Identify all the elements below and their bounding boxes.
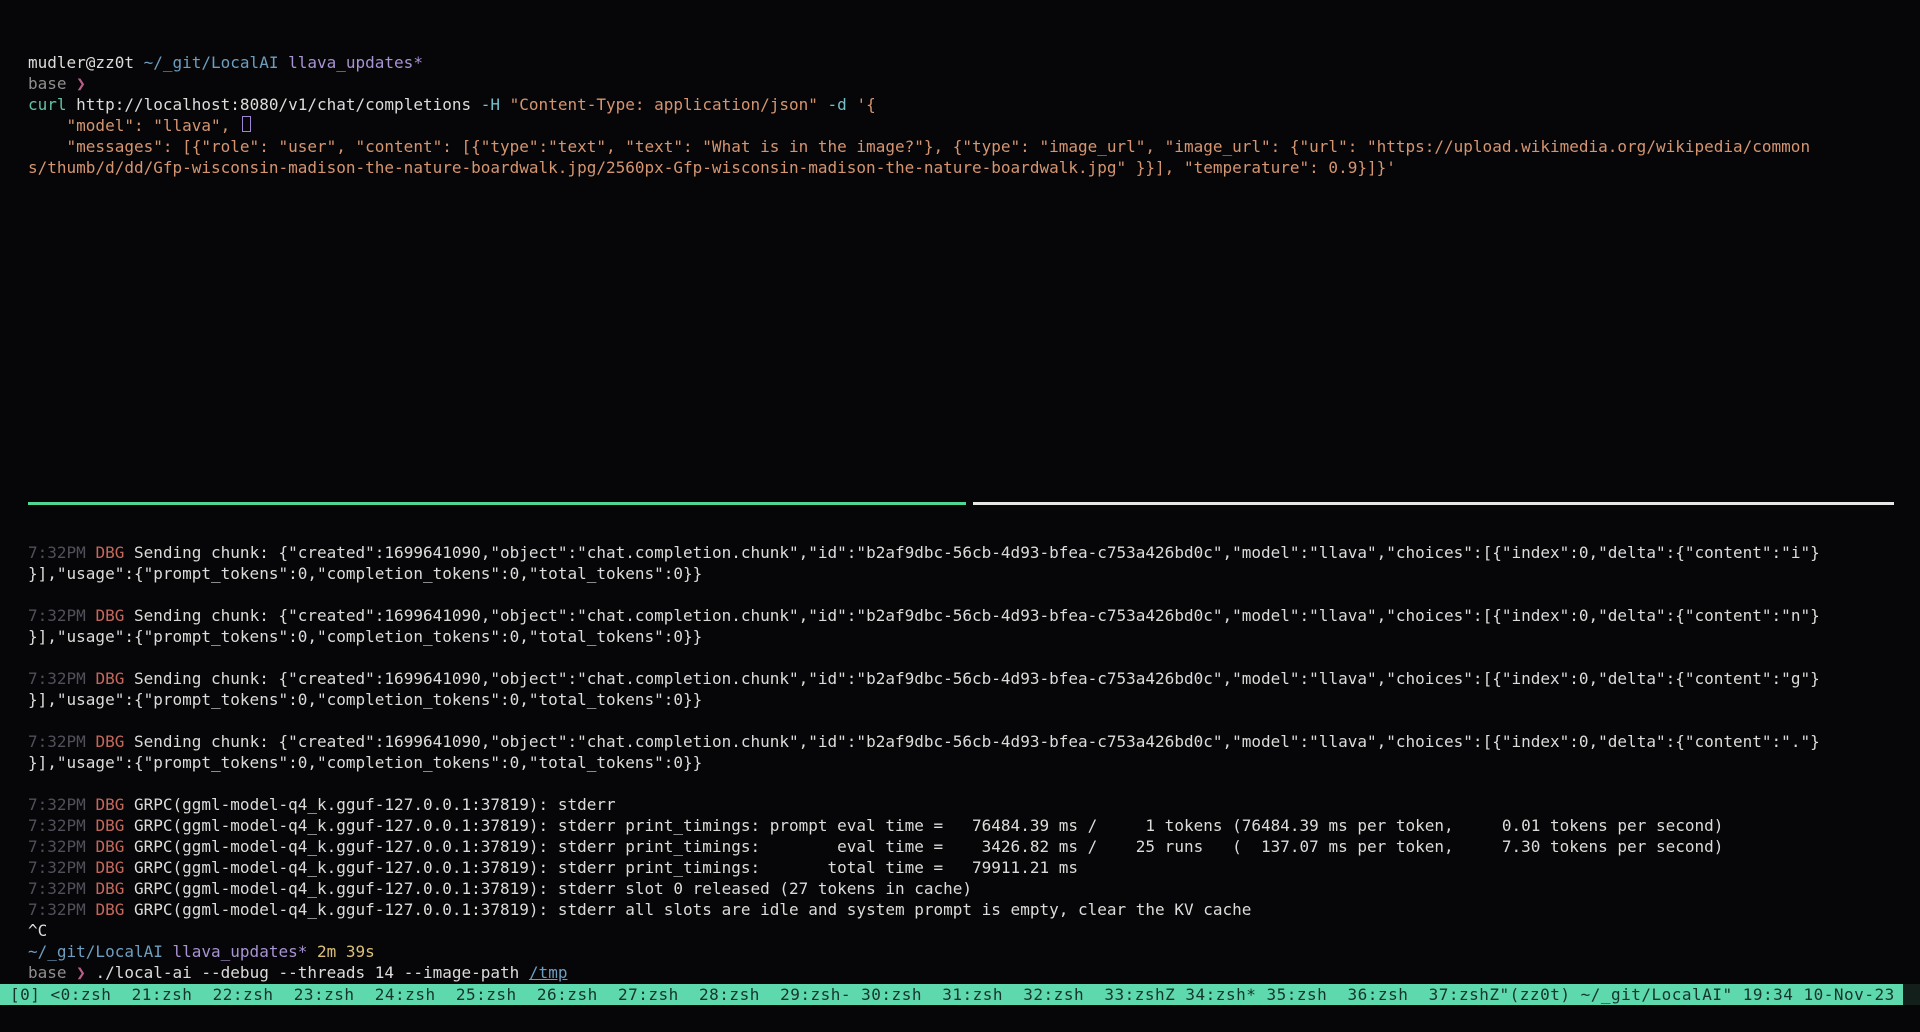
terminal-text: /tmp <box>529 963 568 982</box>
terminal-line: "model": "llava", <box>28 115 1916 136</box>
terminal-text: '{ <box>856 95 875 114</box>
terminal-text: DBG <box>95 543 134 562</box>
tmux-right-status: "(zz0t) ~/_git/LocalAI" 19:34 10-Nov-23 <box>1500 985 1895 1004</box>
terminal-line: 7:32PM DBG Sending chunk: {"created":169… <box>28 542 1916 563</box>
terminal-line: 7:32PM DBG GRPC(ggml-model-q4_k.gguf-127… <box>28 899 1916 920</box>
terminal-text: ~/_git/LocalAI <box>144 53 279 72</box>
terminal-text: DBG <box>95 795 134 814</box>
terminal-text: "messages": [{"role": "user", "content":… <box>28 137 1810 156</box>
terminal-text: 7:32PM <box>28 816 95 835</box>
terminal-text: 7:32PM <box>28 900 95 919</box>
terminal-cursor <box>242 116 251 132</box>
terminal-text: Sending chunk: {"created":1699641090,"ob… <box>134 669 1820 688</box>
separator-left-segment <box>28 502 966 505</box>
terminal-text: DBG <box>95 900 134 919</box>
terminal-line: s/thumb/d/dd/Gfp-wisconsin-madison-the-n… <box>28 157 1916 178</box>
separator-right-segment <box>973 502 1894 505</box>
terminal-line: }],"usage":{"prompt_tokens":0,"completio… <box>28 563 1916 584</box>
terminal-text: s/thumb/d/dd/Gfp-wisconsin-madison-the-n… <box>28 158 1396 177</box>
status-bar-notch <box>1903 984 1920 1005</box>
terminal-line: curl http://localhost:8080/v1/chat/compl… <box>28 94 1916 115</box>
tmux-status-bar: [0] <0:zsh 21:zsh 22:zsh 23:zsh 24:zsh 2… <box>0 984 1920 1005</box>
terminal-line: }],"usage":{"prompt_tokens":0,"completio… <box>28 689 1916 710</box>
terminal-text: }],"usage":{"prompt_tokens":0,"completio… <box>28 690 702 709</box>
terminal-text: 7:32PM <box>28 879 95 898</box>
terminal-text: GRPC(ggml-model-q4_k.gguf-127.0.0.1:3781… <box>134 900 1251 919</box>
terminal-text: -d <box>828 95 857 114</box>
terminal-line <box>28 773 1916 794</box>
terminal-text: DBG <box>95 816 134 835</box>
terminal-line: ^C <box>28 920 1916 941</box>
terminal-line: 7:32PM DBG Sending chunk: {"created":169… <box>28 668 1916 689</box>
terminal-log-output: 7:32PM DBG Sending chunk: {"created":169… <box>28 542 1916 983</box>
terminal-text: DBG <box>95 669 134 688</box>
terminal-text: DBG <box>95 879 134 898</box>
terminal-text: ./local-ai --debug --threads 14 --image-… <box>95 963 528 982</box>
terminal-line: }],"usage":{"prompt_tokens":0,"completio… <box>28 752 1916 773</box>
terminal-text: base <box>28 963 76 982</box>
terminal-scrollback-top: mudler@zz0t ~/_git/LocalAI llava_updates… <box>28 52 1916 178</box>
terminal-text: llava_updates* <box>163 942 308 961</box>
terminal-line <box>28 710 1916 731</box>
terminal-text: ^C <box>28 921 47 940</box>
terminal-line: 7:32PM DBG GRPC(ggml-model-q4_k.gguf-127… <box>28 815 1916 836</box>
terminal-text: ❯ <box>76 74 86 93</box>
terminal-line: mudler@zz0t ~/_git/LocalAI llava_updates… <box>28 52 1916 73</box>
terminal-line <box>28 647 1916 668</box>
terminal-text: 7:32PM <box>28 543 95 562</box>
terminal-text: mudler@zz0t <box>28 53 144 72</box>
terminal-text: GRPC(ggml-model-q4_k.gguf-127.0.0.1:3781… <box>134 837 1723 856</box>
terminal-text: Sending chunk: {"created":1699641090,"ob… <box>134 606 1820 625</box>
terminal-line: 7:32PM DBG Sending chunk: {"created":169… <box>28 605 1916 626</box>
terminal-screen: mudler@zz0t ~/_git/LocalAI llava_updates… <box>0 0 1920 1032</box>
terminal-line: base ❯ <box>28 73 1916 94</box>
terminal-line: 7:32PM DBG Sending chunk: {"created":169… <box>28 731 1916 752</box>
terminal-text: GRPC(ggml-model-q4_k.gguf-127.0.0.1:3781… <box>134 879 972 898</box>
terminal-text: 7:32PM <box>28 669 95 688</box>
tmux-window-list[interactable]: <0:zsh 21:zsh 22:zsh 23:zsh 24:zsh 25:zs… <box>51 985 1500 1004</box>
terminal-text: curl <box>28 95 76 114</box>
terminal-text: ~/_git/LocalAI <box>28 942 163 961</box>
terminal-text: DBG <box>95 858 134 877</box>
terminal-text: DBG <box>95 837 134 856</box>
terminal-text: 2m 39s <box>307 942 374 961</box>
terminal-text: http://localhost:8080/v1/chat/completion… <box>76 95 481 114</box>
terminal-text: base <box>28 74 76 93</box>
terminal-line: 7:32PM DBG GRPC(ggml-model-q4_k.gguf-127… <box>28 794 1916 815</box>
terminal-line: ~/_git/LocalAI llava_updates* 2m 39s <box>28 941 1916 962</box>
terminal-text: Sending chunk: {"created":1699641090,"ob… <box>134 732 1820 751</box>
terminal-text: GRPC(ggml-model-q4_k.gguf-127.0.0.1:3781… <box>134 858 1078 877</box>
terminal-text: }],"usage":{"prompt_tokens":0,"completio… <box>28 564 702 583</box>
terminal-text: -H <box>481 95 510 114</box>
terminal-line: "messages": [{"role": "user", "content":… <box>28 136 1916 157</box>
terminal-text: 7:32PM <box>28 837 95 856</box>
terminal-text: }],"usage":{"prompt_tokens":0,"completio… <box>28 627 702 646</box>
terminal-text: }],"usage":{"prompt_tokens":0,"completio… <box>28 753 702 772</box>
terminal-text: llava_updates* <box>278 53 423 72</box>
terminal-text: 7:32PM <box>28 732 95 751</box>
terminal-text: Sending chunk: {"created":1699641090,"ob… <box>134 543 1820 562</box>
terminal-line: }],"usage":{"prompt_tokens":0,"completio… <box>28 626 1916 647</box>
terminal-line <box>28 584 1916 605</box>
terminal-line: 7:32PM DBG GRPC(ggml-model-q4_k.gguf-127… <box>28 836 1916 857</box>
terminal-text: "Content-Type: application/json" <box>510 95 828 114</box>
terminal-text: DBG <box>95 732 134 751</box>
terminal-text: 7:32PM <box>28 858 95 877</box>
terminal-text: DBG <box>95 606 134 625</box>
terminal-text: "model": "llava", <box>28 116 240 135</box>
terminal-line: 7:32PM DBG GRPC(ggml-model-q4_k.gguf-127… <box>28 857 1916 878</box>
terminal-line: 7:32PM DBG GRPC(ggml-model-q4_k.gguf-127… <box>28 878 1916 899</box>
terminal-text: GRPC(ggml-model-q4_k.gguf-127.0.0.1:3781… <box>134 795 616 814</box>
terminal-text: 7:32PM <box>28 795 95 814</box>
terminal-line: base ❯ ./local-ai --debug --threads 14 -… <box>28 962 1916 983</box>
terminal-text: 7:32PM <box>28 606 95 625</box>
terminal-text: GRPC(ggml-model-q4_k.gguf-127.0.0.1:3781… <box>134 816 1723 835</box>
tmux-session-indicator: [0] <box>10 985 51 1004</box>
terminal-text: ❯ <box>76 963 95 982</box>
prompt-separator <box>28 502 1894 505</box>
